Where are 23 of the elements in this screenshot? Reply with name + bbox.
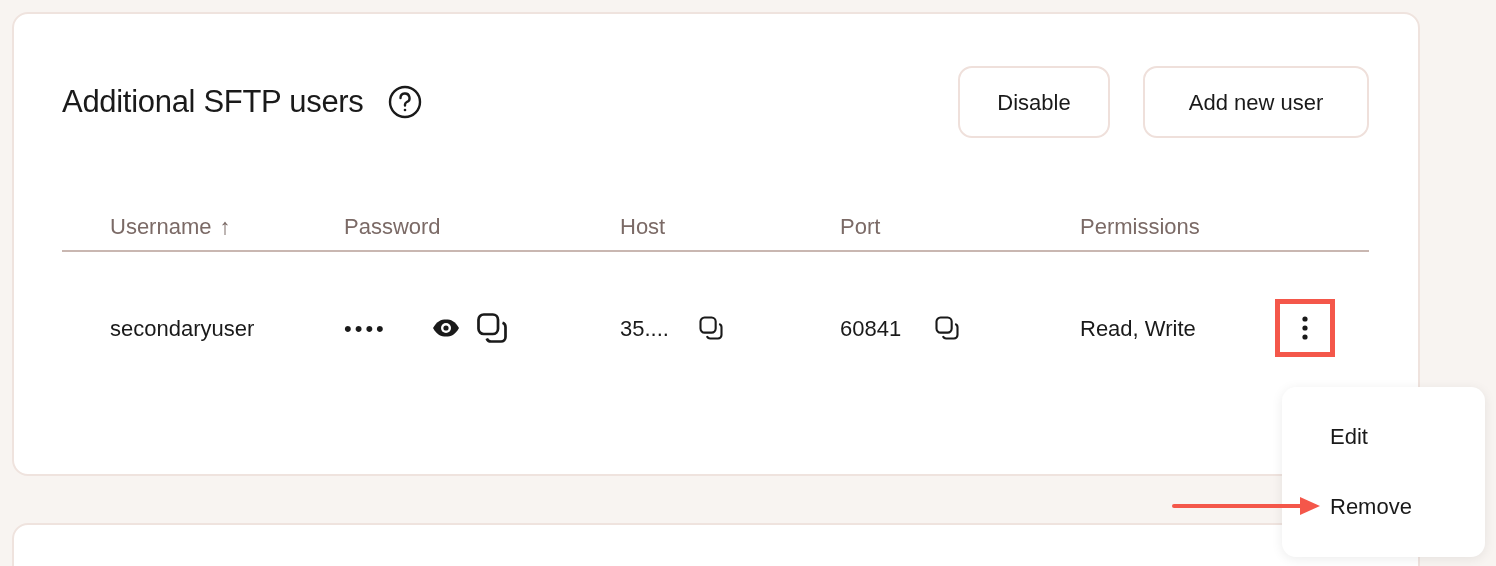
add-user-button[interactable]: Add new user <box>1143 66 1369 138</box>
kebab-icon <box>1302 316 1308 340</box>
menu-item[interactable]: Edit <box>1330 419 1368 453</box>
disable-button[interactable]: Disable <box>958 66 1110 138</box>
copy-icon[interactable] <box>696 314 725 342</box>
copy-icon[interactable] <box>933 314 962 342</box>
column-header[interactable]: Password <box>344 210 441 250</box>
menu-item[interactable]: Remove <box>1330 489 1412 523</box>
table-cell-text: 35.... <box>620 314 669 343</box>
sort-arrow: ↑ <box>219 213 231 241</box>
more-button[interactable] <box>1275 299 1335 357</box>
column-header[interactable]: Port <box>840 210 881 250</box>
table-cell-text: 60841 <box>840 314 902 343</box>
help-icon[interactable] <box>387 85 422 119</box>
section-title: Additional SFTP users <box>62 82 364 121</box>
masked-password: •••• <box>344 314 388 343</box>
column-header[interactable]: Permissions <box>1080 210 1200 250</box>
table-cell: Read, Write <box>1080 315 1196 341</box>
column-header[interactable]: Username <box>110 210 212 250</box>
table-cell: secondaryuser <box>110 315 255 341</box>
eye-icon[interactable] <box>432 318 460 338</box>
copy-icon[interactable] <box>474 310 510 346</box>
column-header[interactable]: Host <box>620 210 666 250</box>
